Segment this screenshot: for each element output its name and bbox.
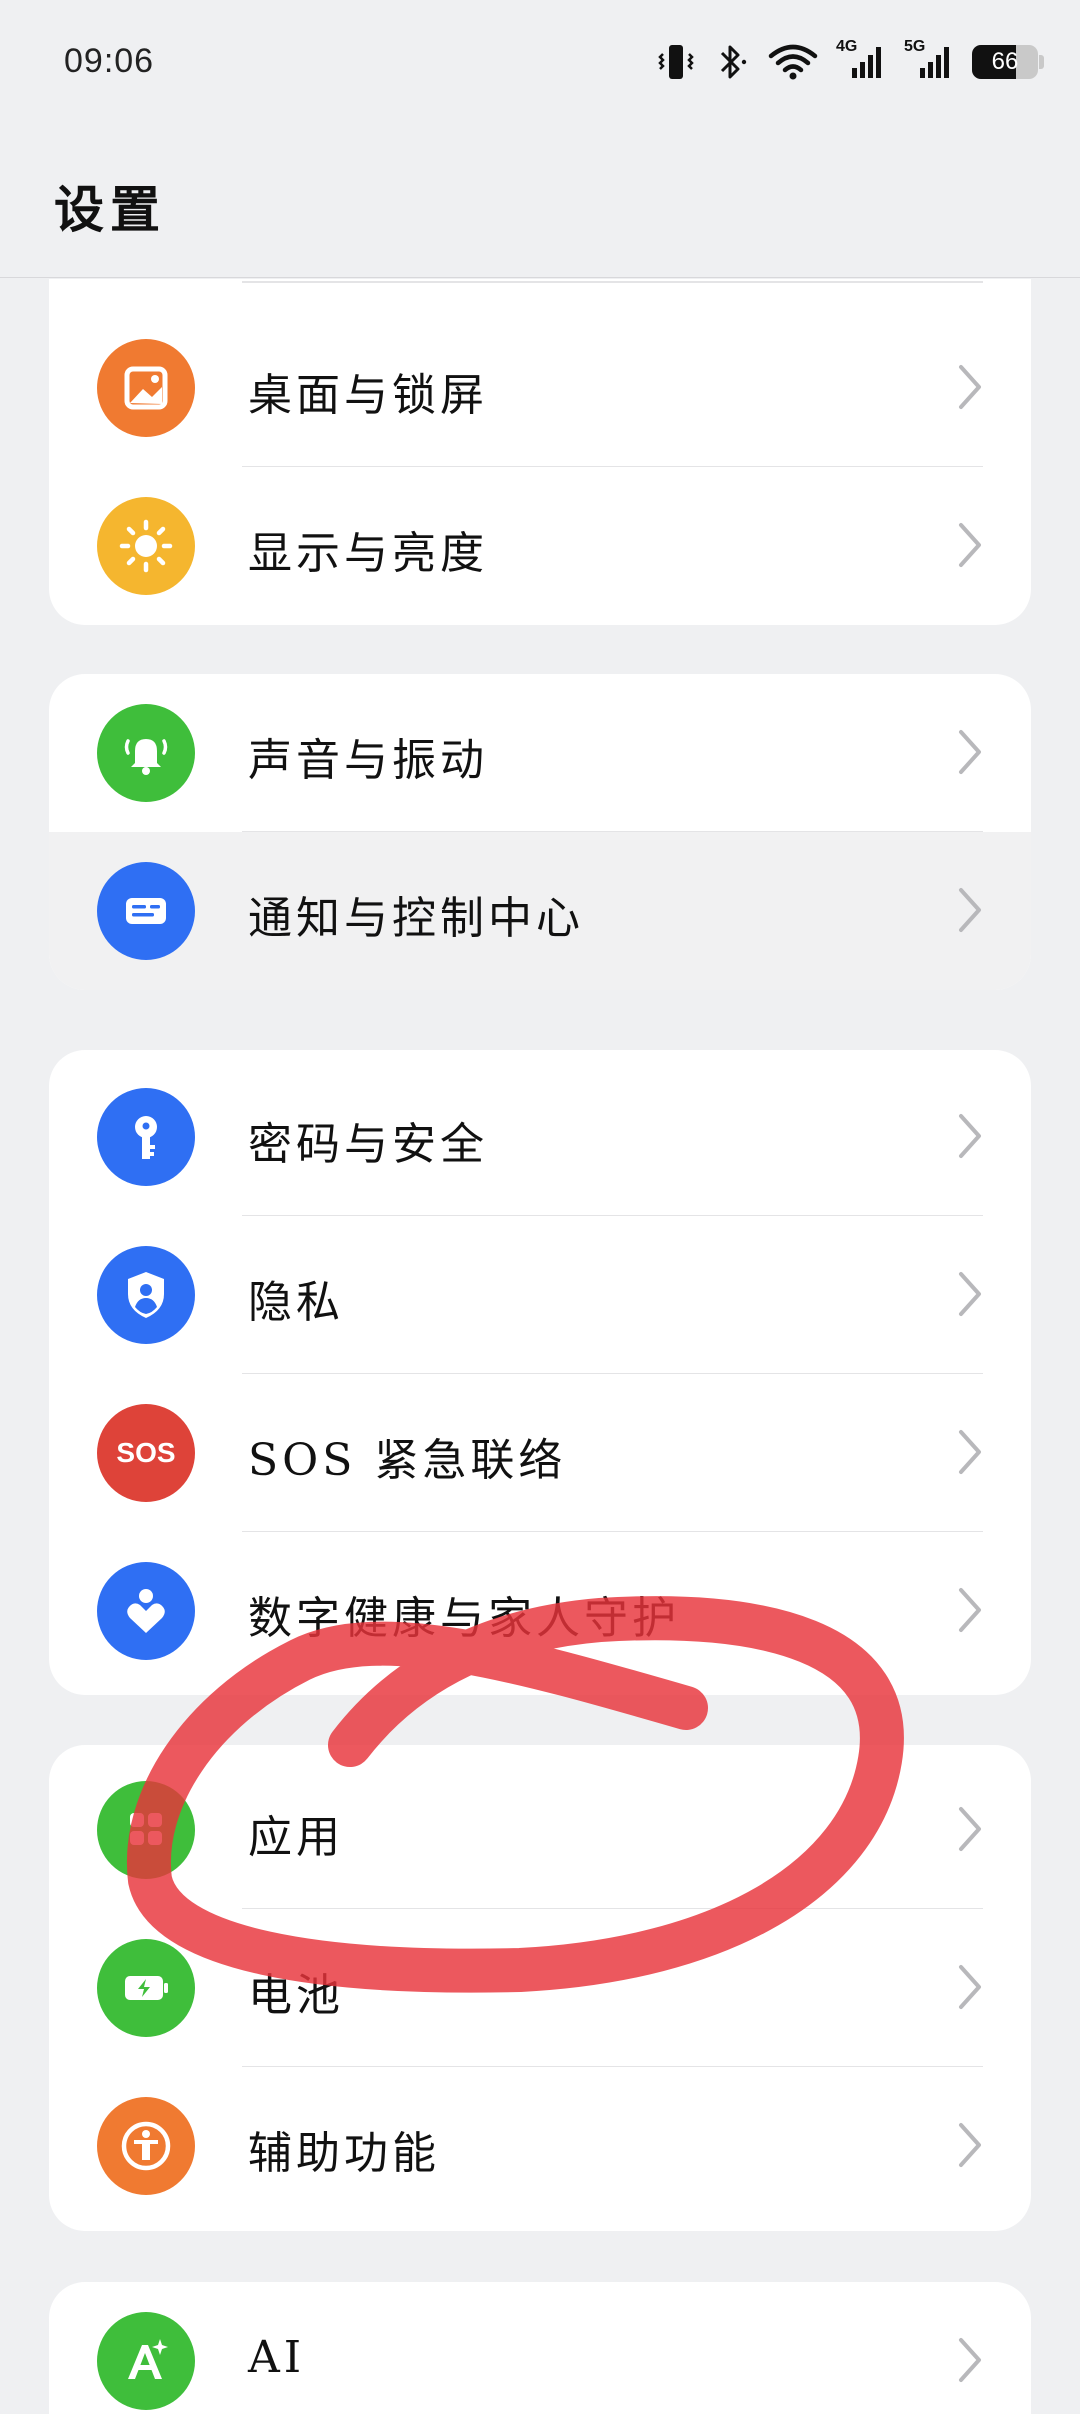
- settings-item-label: 数字健康与家人守护: [248, 1593, 680, 1644]
- settings-item-sound-vibration[interactable]: 声音与振动: [49, 674, 1031, 832]
- privacy-shield-icon: [97, 1246, 195, 1344]
- status-bar: 09:06 4G 5G 66: [0, 0, 1080, 130]
- wallpaper-icon: [97, 339, 195, 437]
- wellbeing-icon: [97, 1562, 195, 1660]
- settings-item-label: 电池: [248, 1970, 344, 2021]
- settings-item-wallpaper-lockscreen[interactable]: 桌面与锁屏: [49, 309, 1031, 467]
- notification-icon: [97, 862, 195, 960]
- settings-item-privacy[interactable]: 隐私: [49, 1216, 1031, 1374]
- settings-item-apps[interactable]: 应用: [49, 1751, 1031, 1909]
- sos-icon: SOS: [97, 1404, 195, 1502]
- ai-icon: [97, 2312, 195, 2410]
- settings-item-label: 辅助功能: [248, 2128, 440, 2179]
- settings-item-accessibility[interactable]: 辅助功能: [49, 2067, 1031, 2225]
- settings-item-label: 隐私: [248, 1277, 344, 1328]
- settings-item-label: AI: [248, 2332, 306, 2383]
- chevron-right-icon: [959, 1114, 981, 1158]
- signal-5g-icon: 5G: [904, 38, 954, 82]
- settings-item-label: 桌面与锁屏: [248, 370, 488, 421]
- settings-item-battery[interactable]: 电池: [49, 1909, 1031, 2067]
- settings-list[interactable]: 桌面与锁屏 显示与亮度 声音与振动 通知与控制中心 密码与安全 隐私 SOS S…: [0, 279, 1080, 2414]
- settings-item-display-brightness[interactable]: 显示与亮度: [49, 467, 1031, 625]
- chevron-right-icon: [959, 365, 981, 409]
- battery-indicator: 66: [972, 45, 1038, 79]
- chevron-right-icon: [959, 888, 981, 932]
- settings-item-label: SOS 紧急联络: [248, 1435, 567, 1486]
- vibrate-icon: [658, 45, 694, 79]
- signal-4g-icon: 4G: [836, 38, 886, 82]
- key-icon: [97, 1088, 195, 1186]
- settings-item-label: 声音与振动: [248, 735, 488, 786]
- wifi-icon: [768, 44, 818, 80]
- chevron-right-icon: [959, 2123, 981, 2167]
- settings-group-display: 桌面与锁屏 显示与亮度: [49, 279, 1031, 625]
- chevron-right-icon: [959, 523, 981, 567]
- battery-percent: 66: [991, 48, 1019, 75]
- battery-icon: [97, 1939, 195, 2037]
- status-icons: 4G 5G 66: [656, 38, 1044, 84]
- settings-item-label: 显示与亮度: [248, 528, 488, 579]
- apps-icon: [97, 1781, 195, 1879]
- header-divider: [0, 277, 1080, 278]
- settings-item-notification-control-center[interactable]: 通知与控制中心: [49, 832, 1031, 990]
- settings-item-label: 密码与安全: [248, 1119, 488, 1170]
- settings-item-sos-emergency[interactable]: SOS SOS 紧急联络: [49, 1374, 1031, 1532]
- page-title: 设置: [54, 180, 166, 239]
- settings-item-label: 应用: [248, 1812, 344, 1863]
- settings-item-digital-wellbeing[interactable]: 数字健康与家人守护: [49, 1532, 1031, 1690]
- chevron-right-icon: [959, 1272, 981, 1316]
- bluetooth-icon: [720, 45, 747, 79]
- brightness-icon: [97, 497, 195, 595]
- divider: [242, 281, 983, 283]
- page-header: 设置: [0, 130, 1080, 278]
- settings-group-ai: AI: [49, 2282, 1031, 2414]
- sos-icon-text: SOS: [116, 1437, 176, 1468]
- settings-item-password-security[interactable]: 密码与安全: [49, 1058, 1031, 1216]
- accessibility-icon: [97, 2097, 195, 2195]
- chevron-right-icon: [959, 1588, 981, 1632]
- chevron-right-icon: [959, 730, 981, 774]
- settings-group-apps: 应用 电池 辅助功能: [49, 1745, 1031, 2231]
- status-time: 09:06: [64, 42, 155, 80]
- settings-group-security: 密码与安全 隐私 SOS SOS 紧急联络 数字健康与家人守护: [49, 1050, 1031, 1695]
- chevron-right-icon: [959, 1965, 981, 2009]
- settings-group-sound: 声音与振动 通知与控制中心: [49, 674, 1031, 990]
- settings-item-ai[interactable]: AI: [49, 2282, 1031, 2414]
- chevron-right-icon: [959, 2338, 981, 2382]
- settings-item-label: 通知与控制中心: [248, 893, 584, 944]
- chevron-right-icon: [959, 1807, 981, 1851]
- bell-icon: [97, 704, 195, 802]
- chevron-right-icon: [959, 1430, 981, 1474]
